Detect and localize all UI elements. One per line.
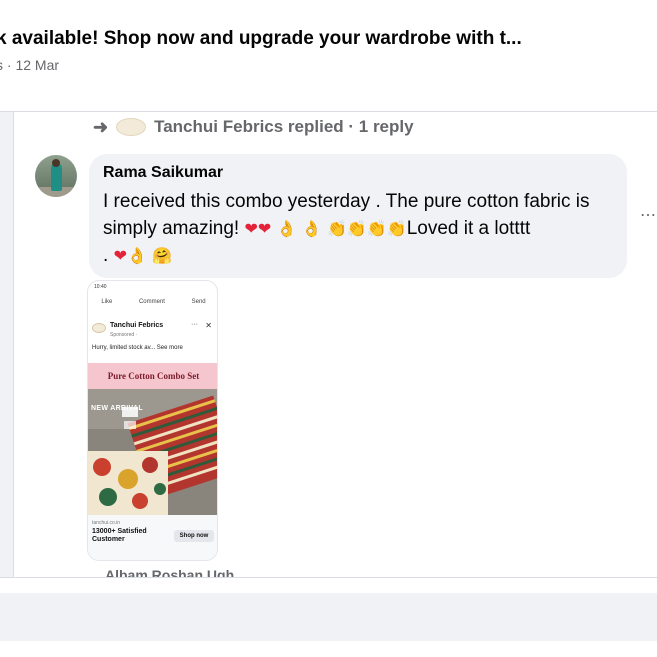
phone-action-bar: Like Comment Send — [88, 299, 217, 317]
ad-close-icon: ✕ — [205, 321, 212, 330]
red-heart-icon: ❤ — [113, 248, 127, 265]
replies-count-text[interactable]: Tanchui Febrics replied · 1 reply — [154, 117, 413, 137]
next-reply-preview[interactable]: Albam Roshan Ugh — [105, 567, 234, 577]
comment-text-part2: Loved it a lotttt — [406, 218, 531, 239]
ok-hand-icon: 👌 — [301, 221, 322, 238]
comment-options-icon[interactable]: ⋯ — [640, 205, 657, 225]
ad-banner-text: Pure Cotton Combo Set — [107, 371, 200, 381]
comment-composer[interactable] — [0, 593, 657, 641]
ad-footer: tanchui.co.in 13000+ Satisfied Customer … — [88, 515, 217, 560]
reply-arrow-icon: ➜ — [93, 116, 109, 137]
red-heart-icon: ❤ — [244, 221, 258, 238]
ad-tagline: 13000+ Satisfied Customer — [92, 528, 147, 543]
ok-hand-icon: 👌 — [126, 248, 147, 265]
shop-now-button: Shop now — [174, 530, 214, 542]
post-title[interactable]: k available! Shop now and upgrade your w… — [0, 28, 522, 50]
page-avatar — [116, 118, 147, 136]
ok-hand-icon: 👌 — [276, 221, 297, 238]
ad-sponsored-label: Sponsored · — [110, 332, 138, 338]
avatar-head — [52, 159, 60, 167]
clapping-hands-icon: 👏 — [327, 221, 347, 238]
comment-author[interactable]: Rama Saikumar — [103, 164, 613, 182]
avatar[interactable] — [35, 155, 77, 197]
post-meta: s · 12 Mar — [0, 57, 60, 73]
new-arrival-label: NEW ARRIVAL — [91, 405, 143, 412]
facebook-comments-view: k available! Shop now and upgrade your w… — [0, 0, 657, 657]
bottom-bar — [0, 577, 657, 657]
hugging-face-icon: 🤗 — [152, 248, 173, 265]
like-action: Like — [101, 299, 113, 305]
comment-action: Comment — [138, 299, 165, 305]
clapping-hands-icon: 👏 — [346, 221, 367, 238]
comment-text-part3: . — [103, 245, 114, 266]
view-replies-link[interactable]: ➜ Tanchui Febrics replied · 1 reply — [93, 115, 414, 139]
comment-attachment-image[interactable]: 10:40 Like Comment Send Tanchui Febrics … — [87, 280, 218, 561]
ad-page-name: Tanchui Febrics — [110, 322, 164, 329]
send-action: Send — [191, 299, 206, 305]
ad-page-logo — [92, 323, 106, 333]
comment-text: I received this combo yesterday . The pu… — [103, 188, 613, 269]
ad-url: tanchui.co.in — [92, 520, 121, 526]
red-heart-icon: ❤ — [257, 221, 272, 238]
clapping-hands-icon: 👏 — [386, 221, 407, 238]
ad-banner: Pure Cotton Combo Set — [88, 363, 217, 389]
ad-more-icon: ··· — [191, 321, 198, 328]
comment-bubble: Rama Saikumar I received this combo yest… — [89, 154, 627, 278]
ad-header: Tanchui Febrics Sponsored · ··· ✕ — [92, 321, 216, 345]
avatar-figure — [51, 163, 62, 191]
clapping-hands-icon: 👏 — [366, 221, 387, 238]
ad-caption: Hurry, limited stock av... See more — [92, 345, 183, 351]
phone-status-time: 10:40 — [94, 284, 107, 290]
fabric-photo: NEW ARRIVAL — [88, 389, 217, 515]
